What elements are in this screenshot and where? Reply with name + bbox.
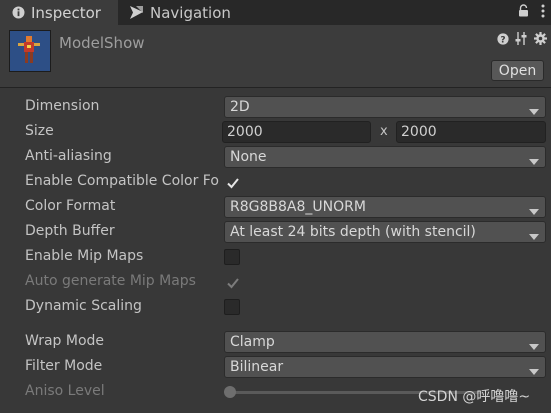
tab-inspector-label: Inspector: [31, 3, 101, 22]
chevron-down-icon: [529, 104, 539, 120]
lock-icon[interactable]: [518, 4, 529, 21]
size-label: Size: [25, 123, 54, 139]
depth-buffer-dropdown[interactable]: At least 24 bits depth (with stencil): [224, 221, 546, 243]
tab-bar: Inspector Navigation: [0, 0, 551, 25]
row-wrap-mode: Wrap Mode Clamp: [0, 330, 551, 355]
wrap-mode-label: Wrap Mode: [25, 333, 105, 349]
tab-bar-controls: [518, 0, 545, 25]
chevron-down-icon: [529, 229, 539, 245]
row-auto-generate-mip-maps: Auto generate Mip Maps: [0, 270, 551, 295]
color-format-dropdown[interactable]: R8G8B8A8_UNORM: [224, 196, 546, 218]
aniso-level-label: Aniso Level: [25, 383, 105, 399]
help-icon[interactable]: ?: [497, 32, 509, 49]
dimension-value: 2D: [230, 99, 250, 115]
chevron-down-icon: [529, 364, 539, 380]
anti-aliasing-label: Anti-aliasing: [25, 148, 112, 164]
compatible-color-format-checkbox[interactable]: [224, 174, 240, 190]
depth-buffer-label: Depth Buffer: [25, 223, 115, 239]
color-format-value: R8G8B8A8_UNORM: [230, 199, 366, 215]
dimension-dropdown[interactable]: 2D: [224, 96, 546, 118]
inspector-header: ModelShow ? Open: [0, 25, 551, 88]
navigation-icon: [129, 5, 144, 20]
info-icon: [12, 6, 25, 19]
depth-buffer-value: At least 24 bits depth (with stencil): [230, 224, 476, 240]
row-dimension: Dimension 2D: [0, 95, 551, 120]
row-compatible-color-format: Enable Compatible Color Fo: [0, 170, 551, 195]
watermark: CSDN @呼噜噜~: [418, 389, 531, 405]
open-button[interactable]: Open: [491, 60, 544, 81]
tab-inspector[interactable]: Inspector: [0, 0, 118, 25]
chevron-down-icon: [529, 339, 539, 355]
tab-navigation-label: Navigation: [150, 3, 231, 22]
checkmark-icon: [227, 178, 239, 189]
enable-mip-maps-label: Enable Mip Maps: [25, 248, 144, 264]
anti-aliasing-dropdown[interactable]: None: [224, 146, 546, 168]
object-name: ModelShow: [59, 34, 145, 52]
asset-thumbnail: [9, 30, 51, 72]
compatible-color-format-label: Enable Compatible Color Fo: [25, 173, 219, 189]
row-anti-aliasing: Anti-aliasing None: [0, 145, 551, 170]
dynamic-scaling-checkbox[interactable]: [224, 299, 240, 315]
header-icons: ?: [497, 32, 547, 49]
checkmark-icon: [227, 278, 239, 289]
filter-mode-value: Bilinear: [230, 359, 284, 375]
svg-text:?: ?: [500, 35, 505, 45]
chevron-down-icon: [529, 204, 539, 220]
row-size: Size 2000 x 2000: [0, 120, 551, 145]
auto-generate-mip-maps-label: Auto generate Mip Maps: [25, 273, 196, 289]
wrap-mode-dropdown[interactable]: Clamp: [224, 331, 546, 353]
filter-mode-label: Filter Mode: [25, 358, 103, 374]
dimension-label: Dimension: [25, 98, 100, 114]
wrap-mode-value: Clamp: [230, 334, 275, 350]
size-x-label: x: [380, 124, 388, 139]
size-height-value: 2000: [401, 124, 437, 140]
kebab-menu-icon[interactable]: [541, 4, 545, 22]
auto-generate-mip-maps-checkbox: [224, 274, 240, 290]
gear-icon[interactable]: [534, 32, 547, 49]
size-width-field[interactable]: 2000: [222, 121, 371, 143]
size-height-field[interactable]: 2000: [396, 121, 546, 143]
chevron-down-icon: [529, 154, 539, 170]
anti-aliasing-value: None: [230, 149, 267, 165]
color-format-label: Color Format: [25, 198, 116, 214]
sliders-icon[interactable]: [515, 32, 528, 49]
row-depth-buffer: Depth Buffer At least 24 bits depth (wit…: [0, 220, 551, 245]
row-enable-mip-maps: Enable Mip Maps: [0, 245, 551, 270]
row-dynamic-scaling: Dynamic Scaling: [0, 295, 551, 320]
enable-mip-maps-checkbox[interactable]: [224, 249, 240, 265]
row-color-format: Color Format R8G8B8A8_UNORM: [0, 195, 551, 220]
size-width-value: 2000: [227, 124, 263, 140]
aniso-level-slider-thumb: [224, 386, 236, 398]
row-filter-mode: Filter Mode Bilinear: [0, 355, 551, 380]
filter-mode-dropdown[interactable]: Bilinear: [224, 356, 546, 378]
tab-navigation[interactable]: Navigation: [123, 0, 283, 25]
dynamic-scaling-label: Dynamic Scaling: [25, 298, 142, 314]
